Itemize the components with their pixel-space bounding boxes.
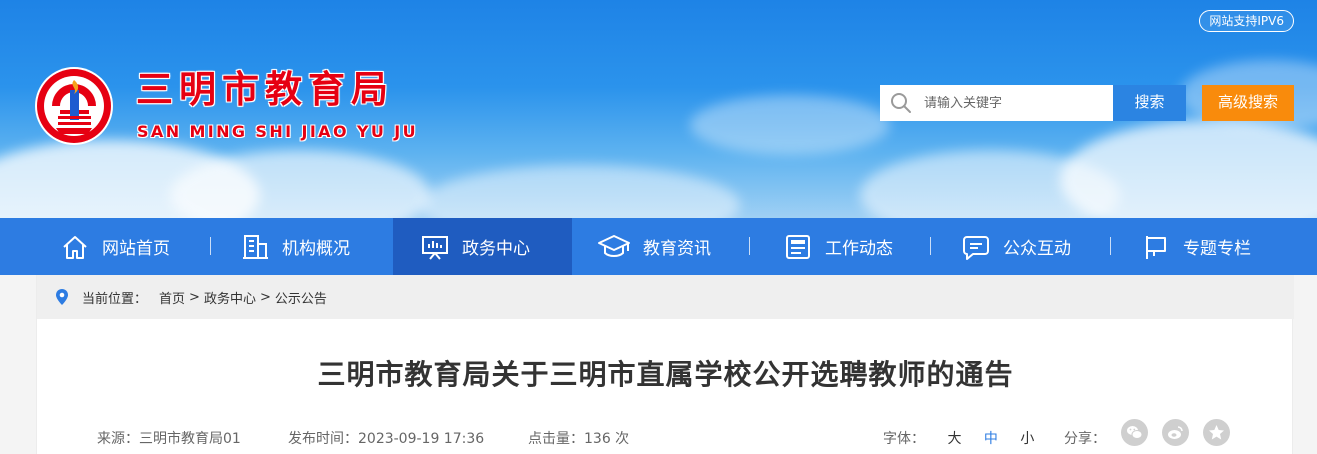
nav-divider: [930, 237, 931, 255]
breadcrumb-label: 当前位置：: [82, 291, 148, 307]
flag-icon: [1146, 235, 1166, 259]
advanced-search-button[interactable]: 高级搜索: [1202, 85, 1294, 121]
search-button[interactable]: 搜索: [1113, 85, 1186, 121]
qzone-star-icon: [1209, 425, 1224, 440]
chat-bubble-icon: [963, 235, 989, 260]
breadcrumb-announcements[interactable]: 公示公告: [275, 288, 327, 307]
article-publish-time: 发布时间：2023-09-19 17:36: [288, 428, 484, 448]
source-label: 来源：: [97, 431, 139, 447]
breadcrumb-separator: >: [259, 289, 271, 305]
location-pin-icon: [56, 289, 68, 305]
breadcrumb: 当前位置： 首页 > 政务中心 > 公示公告: [37, 275, 1294, 319]
nav-item-label: 机构概况: [282, 239, 350, 259]
cloud-decoration: [1060, 120, 1317, 218]
article-source: 来源：三明市教育局01: [97, 428, 241, 448]
search-box: [880, 85, 1113, 121]
nav-item-public-interaction[interactable]: 公众互动: [961, 218, 1071, 275]
font-size-label: 字体：: [883, 431, 925, 447]
cloud-decoration: [420, 165, 740, 218]
share-weibo-button[interactable]: [1162, 419, 1189, 446]
nav-item-label: 网站首页: [102, 239, 170, 259]
share-wechat-button[interactable]: [1121, 419, 1148, 446]
publish-time-label: 发布时间：: [288, 431, 358, 447]
font-size-large[interactable]: 大: [947, 431, 961, 447]
nav-item-government-center[interactable]: 政务中心: [393, 218, 572, 275]
article-panel: 当前位置： 首页 > 政务中心 > 公示公告 三明市教育局关于三明市直属学校公开…: [36, 275, 1294, 454]
graduation-cap-icon: [598, 234, 630, 257]
building-icon: [243, 234, 268, 259]
breadcrumb-home[interactable]: 首页: [159, 288, 185, 307]
main-nav: 网站首页 机构概况 政务中心 教育资讯 工作动态 公众互动 专题专栏: [0, 218, 1317, 275]
nav-divider: [749, 237, 750, 255]
nav-item-label: 专题专栏: [1183, 239, 1251, 259]
nav-divider: [210, 237, 211, 255]
font-size-small[interactable]: 小: [1020, 431, 1034, 447]
news-document-icon: [786, 234, 810, 259]
site-header: 网站支持IPV6 三明市教育局 SAN MING SHI JIAO YU JU …: [0, 0, 1317, 218]
nav-item-label: 政务中心: [462, 239, 530, 259]
site-subtitle-pinyin: SAN MING SHI JIAO YU JU: [137, 122, 419, 141]
share-qzone-button[interactable]: [1203, 419, 1230, 446]
publish-time-value: 2023-09-19 17:36: [358, 431, 485, 447]
nav-divider: [1110, 237, 1111, 255]
nav-item-organization[interactable]: 机构概况: [240, 218, 350, 275]
breadcrumb-separator: >: [189, 289, 200, 305]
weibo-icon: [1168, 426, 1183, 439]
nav-item-work-updates[interactable]: 工作动态: [783, 218, 893, 275]
ipv6-badge: 网站支持IPV6: [1199, 10, 1294, 32]
breadcrumb-government-center[interactable]: 政务中心: [204, 288, 256, 307]
share-label: 分享：: [1064, 431, 1106, 447]
article-title: 三明市教育局关于三明市直属学校公开选聘教师的通告: [317, 358, 1014, 391]
article-hits: 点击量：136 次: [528, 428, 629, 448]
font-size-control: 字体： 大 中 小: [883, 428, 1034, 448]
cloud-decoration: [690, 95, 890, 155]
site-title: 三明市教育局: [136, 68, 394, 111]
presentation-board-icon: [422, 235, 448, 260]
hits-value: 136 次: [584, 431, 630, 447]
wechat-icon: [1127, 426, 1143, 439]
nav-item-label: 工作动态: [825, 239, 893, 259]
nav-item-label: 教育资讯: [643, 239, 711, 259]
search-icon: [891, 93, 911, 113]
search-input[interactable]: [924, 95, 1104, 111]
nav-item-education-news[interactable]: 教育资讯: [597, 218, 711, 275]
font-size-medium[interactable]: 中: [984, 431, 998, 447]
nav-item-label: 公众互动: [1003, 239, 1071, 259]
nav-item-special-topics[interactable]: 专题专栏: [1141, 218, 1251, 275]
hits-label: 点击量：: [528, 431, 584, 447]
education-bureau-logo-icon[interactable]: [34, 66, 114, 146]
source-value: 三明市教育局01: [139, 431, 241, 447]
nav-item-home[interactable]: 网站首页: [60, 218, 170, 275]
home-icon: [63, 235, 87, 259]
